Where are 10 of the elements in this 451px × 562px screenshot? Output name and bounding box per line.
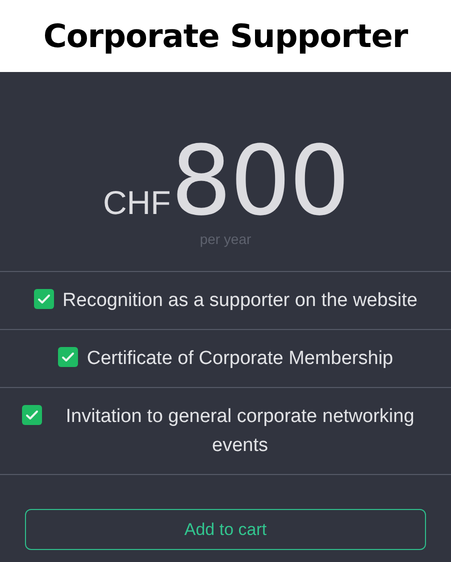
feature-text: Invitation to general corporate networking events	[64, 405, 416, 458]
plan-title: Corporate Supporter	[42, 16, 409, 57]
checkmark-icon	[34, 289, 54, 309]
feature-text: Certificate of Corporate Membership	[86, 347, 394, 371]
feature-text: Recognition as a supporter on the website	[62, 289, 418, 313]
checkmark-icon	[22, 405, 42, 425]
price-amount: 800	[170, 135, 348, 227]
price-currency: CHF	[102, 184, 171, 222]
add-to-cart-button[interactable]: Add to cart	[25, 509, 426, 550]
checkmark-icon	[58, 347, 78, 367]
